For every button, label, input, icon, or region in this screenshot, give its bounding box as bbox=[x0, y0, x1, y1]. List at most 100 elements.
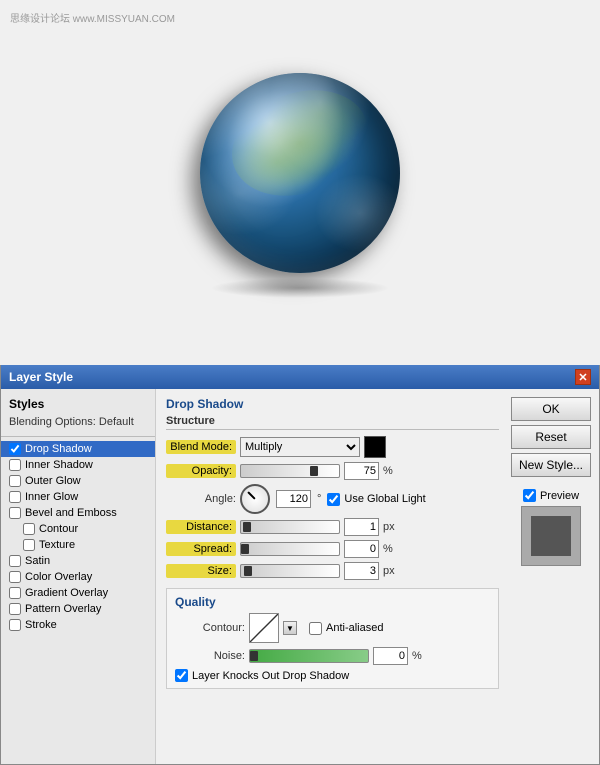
texture-label: Texture bbox=[39, 539, 75, 551]
anti-alias-checkbox[interactable] bbox=[309, 622, 322, 635]
earth-globe bbox=[200, 73, 400, 273]
styles-header: Styles bbox=[1, 394, 155, 414]
angle-dial[interactable] bbox=[240, 484, 270, 514]
sidebar-item-satin[interactable]: Satin bbox=[1, 553, 155, 569]
distance-label: Distance: bbox=[166, 520, 236, 534]
blend-mode-select[interactable]: Multiply Normal Screen bbox=[240, 437, 360, 457]
sidebar-item-color-overlay[interactable]: Color Overlay bbox=[1, 569, 155, 585]
sidebar-item-outer-glow[interactable]: Outer Glow bbox=[1, 473, 155, 489]
drop-shadow-checkbox[interactable] bbox=[9, 443, 21, 455]
opacity-slider[interactable] bbox=[240, 464, 340, 478]
preview-checkbox[interactable] bbox=[523, 489, 536, 502]
contour-label: Contour bbox=[39, 523, 78, 535]
angle-input[interactable] bbox=[276, 490, 311, 508]
sidebar-item-bevel-emboss[interactable]: Bevel and Emboss bbox=[1, 505, 155, 521]
angle-degree: ° bbox=[317, 493, 321, 505]
size-label: Size: bbox=[166, 564, 236, 578]
noise-unit: % bbox=[412, 650, 422, 662]
bevel-emboss-checkbox[interactable] bbox=[9, 507, 21, 519]
distance-input[interactable] bbox=[344, 518, 379, 536]
sidebar-item-stroke[interactable]: Stroke bbox=[1, 617, 155, 633]
angle-container: ° Use Global Light bbox=[240, 484, 426, 514]
opacity-input[interactable] bbox=[344, 462, 379, 480]
left-panel: Styles Blending Options: Default Drop Sh… bbox=[1, 389, 156, 764]
inner-glow-checkbox[interactable] bbox=[9, 491, 21, 503]
knock-out-label: Layer Knocks Out Drop Shadow bbox=[192, 670, 349, 682]
opacity-slider-handle[interactable] bbox=[310, 466, 318, 476]
spread-unit: % bbox=[383, 543, 393, 555]
spread-slider-container: % bbox=[240, 540, 393, 558]
distance-slider[interactable] bbox=[240, 520, 340, 534]
sidebar-item-gradient-overlay[interactable]: Gradient Overlay bbox=[1, 585, 155, 601]
shadow-color-swatch[interactable] bbox=[364, 436, 386, 458]
spread-slider[interactable] bbox=[240, 542, 340, 556]
contour-preview[interactable] bbox=[249, 613, 279, 643]
inner-shadow-checkbox[interactable] bbox=[9, 459, 21, 471]
preview-inner bbox=[531, 516, 571, 556]
contour-curve-svg bbox=[250, 614, 278, 642]
earth-shadow bbox=[210, 278, 390, 298]
contour-field-label: Contour: bbox=[175, 622, 245, 634]
use-global-light-checkbox[interactable] bbox=[327, 493, 340, 506]
ok-button[interactable]: OK bbox=[511, 397, 591, 421]
sidebar-item-inner-shadow[interactable]: Inner Shadow bbox=[1, 457, 155, 473]
noise-slider-handle[interactable] bbox=[250, 651, 258, 661]
noise-row: Noise: % bbox=[175, 647, 490, 665]
pattern-overlay-checkbox[interactable] bbox=[9, 603, 21, 615]
size-slider[interactable] bbox=[240, 564, 340, 578]
bevel-emboss-label: Bevel and Emboss bbox=[25, 507, 117, 519]
spread-input[interactable] bbox=[344, 540, 379, 558]
gradient-overlay-label: Gradient Overlay bbox=[25, 587, 108, 599]
opacity-label: Opacity: bbox=[166, 464, 236, 478]
contour-dropdown-arrow[interactable]: ▼ bbox=[283, 621, 297, 635]
distance-slider-handle[interactable] bbox=[243, 522, 251, 532]
color-overlay-checkbox[interactable] bbox=[9, 571, 21, 583]
size-slider-handle[interactable] bbox=[244, 566, 252, 576]
distance-row: Distance: px bbox=[166, 518, 499, 536]
action-buttons: OK Reset New Style... Preview bbox=[511, 397, 591, 566]
opacity-slider-container: % bbox=[240, 462, 393, 480]
sidebar-item-drop-shadow[interactable]: Drop Shadow bbox=[1, 441, 155, 457]
size-input[interactable] bbox=[344, 562, 379, 580]
preview-box bbox=[521, 506, 581, 566]
color-overlay-label: Color Overlay bbox=[25, 571, 92, 583]
anti-alias-label: Anti-aliased bbox=[326, 622, 383, 634]
stroke-checkbox[interactable] bbox=[9, 619, 21, 631]
satin-label: Satin bbox=[25, 555, 50, 567]
sidebar-item-contour[interactable]: Contour bbox=[1, 521, 155, 537]
noise-slider[interactable] bbox=[249, 649, 369, 663]
layer-style-dialog: Layer Style ✕ Styles Blending Options: D… bbox=[0, 365, 600, 765]
gradient-overlay-checkbox[interactable] bbox=[9, 587, 21, 599]
noise-input[interactable] bbox=[373, 647, 408, 665]
drop-shadow-section-title: Drop Shadow bbox=[166, 397, 499, 411]
sidebar-item-inner-glow[interactable]: Inner Glow bbox=[1, 489, 155, 505]
size-slider-container: px bbox=[240, 562, 395, 580]
blending-options-label[interactable]: Blending Options: Default bbox=[1, 414, 155, 432]
stroke-label: Stroke bbox=[25, 619, 57, 631]
new-style-button[interactable]: New Style... bbox=[511, 453, 591, 477]
outer-glow-checkbox[interactable] bbox=[9, 475, 21, 487]
contour-row: Contour: ▼ Anti-aliased bbox=[175, 613, 490, 643]
use-global-light-row: Use Global Light bbox=[327, 493, 425, 506]
knock-out-checkbox[interactable] bbox=[175, 669, 188, 682]
opacity-row: Opacity: % bbox=[166, 462, 499, 480]
texture-checkbox[interactable] bbox=[23, 539, 35, 551]
preview-label: Preview bbox=[540, 490, 579, 502]
spread-slider-handle[interactable] bbox=[241, 544, 249, 554]
main-content: Drop Shadow Structure Blend Mode: Multip… bbox=[166, 397, 499, 689]
preview-section: Preview bbox=[511, 489, 591, 566]
spread-row: Spread: % bbox=[166, 540, 499, 558]
close-button[interactable]: ✕ bbox=[575, 369, 591, 385]
reset-button[interactable]: Reset bbox=[511, 425, 591, 449]
distance-unit: px bbox=[383, 521, 395, 533]
contour-checkbox[interactable] bbox=[23, 523, 35, 535]
opacity-unit: % bbox=[383, 465, 393, 477]
dial-needle bbox=[247, 491, 255, 499]
sidebar-item-pattern-overlay[interactable]: Pattern Overlay bbox=[1, 601, 155, 617]
sidebar-item-texture[interactable]: Texture bbox=[1, 537, 155, 553]
canvas-area: 思缘设计论坛 www.MISSYUAN.COM bbox=[0, 0, 600, 370]
angle-label: Angle: bbox=[166, 493, 236, 505]
drop-shadow-label: Drop Shadow bbox=[25, 443, 92, 455]
quality-title: Quality bbox=[175, 595, 490, 609]
satin-checkbox[interactable] bbox=[9, 555, 21, 567]
